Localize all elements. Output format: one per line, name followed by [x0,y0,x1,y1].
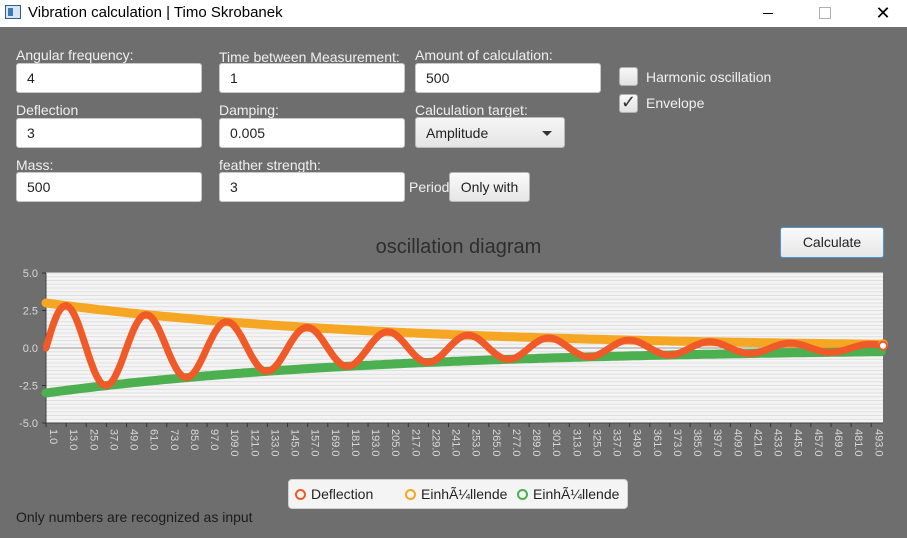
x-tick-label: 421.0 [751,429,763,457]
x-tick-label: 133.0 [268,429,280,457]
x-tick-label: 337.0 [611,429,623,457]
x-tick-label: 265.0 [490,429,502,457]
period-label: Period [409,179,450,195]
deflection-end-marker [878,340,888,351]
chevron-down-icon [542,131,552,136]
legend-item-deflection: Deflection [295,486,373,502]
x-tick-label: 169.0 [329,429,341,457]
y-tick-label: 5.0 [23,268,38,280]
y-tick-label: 0.0 [23,343,38,355]
chart-legend: Deflection EinhÃ¼llende EinhÃ¼llende [288,479,628,509]
x-tick-label: 481.0 [852,429,864,457]
x-tick-label: 61.0 [148,429,160,450]
window-title: Vibration calculation | Timo Skrobanek [28,4,283,21]
feather-strength-label: feather strength: [219,157,321,173]
x-tick-label: 13.0 [67,429,79,450]
check-icon: ✓ [621,92,637,112]
x-tick-label: 229.0 [429,429,441,457]
x-tick-label: 373.0 [671,429,683,457]
x-tick-label: 217.0 [409,429,421,457]
x-tick-label: 349.0 [631,429,643,457]
legend-label-lower-envelope: EinhÃ¼llende [533,486,620,502]
deflection-label: Deflection [16,102,79,118]
x-tick-label: 85.0 [188,429,200,450]
envelope-label: Envelope [646,95,705,111]
x-tick-label: 37.0 [107,429,119,450]
harmonic-oscillation-label: Harmonic oscillation [646,69,772,85]
x-tick-label: 49.0 [128,429,140,450]
x-tick-label: 1.0 [47,429,59,444]
minimize-button[interactable] [745,0,791,27]
x-tick-label: 397.0 [711,429,723,457]
x-tick-label: 469.0 [832,429,844,457]
chart-title: oscillation diagram [375,236,542,258]
deflection-input[interactable] [16,118,202,148]
envelope-checkbox[interactable]: ✓ [619,92,638,113]
legend-item-lower-envelope: EinhÃ¼llende [517,486,619,502]
x-tick-label: 361.0 [651,429,663,457]
legend-item-upper-envelope: EinhÃ¼llende [405,486,507,502]
x-tick-label: 385.0 [691,429,703,457]
legend-label-deflection: Deflection [311,486,374,502]
x-tick-label: 325.0 [590,429,602,457]
x-tick-label: 145.0 [289,429,301,457]
x-tick-label: 241.0 [450,429,462,457]
time-between-input[interactable] [219,63,405,93]
x-tick-label: 157.0 [309,429,321,457]
calculation-target-select[interactable]: Amplitude [415,117,565,148]
oscillation-chart: 5.0 2.5 0.0 -2.5 -5.0 1.0 13.0 25.0 37.0 49.0 61.0… [19,268,888,457]
x-tick-label: 277.0 [510,429,522,457]
y-tick-label: 2.5 [23,306,38,318]
x-tick-label: 253.0 [470,429,482,457]
damping-input[interactable] [219,118,405,148]
angular-frequency-input[interactable] [16,63,202,93]
amount-input[interactable] [415,63,601,93]
x-tick-label: 193.0 [369,429,381,457]
x-tick-label: 205.0 [389,429,401,457]
x-tick-label: 25.0 [87,429,99,450]
x-tick-label: 181.0 [349,429,361,457]
angular-frequency-label: Angular frequency: [16,47,134,63]
x-tick-label: 409.0 [731,429,743,457]
calculation-target-value: Amplitude [426,125,489,141]
maximize-button[interactable] [801,0,847,27]
mass-input[interactable] [16,172,202,202]
harmonic-oscillation-checkbox[interactable] [619,67,638,86]
x-tick-label: 97.0 [208,429,220,450]
x-tick-label: 493.0 [872,429,884,457]
legend-label-upper-envelope: EinhÃ¼llende [421,486,508,502]
close-button[interactable]: ✕ [860,0,906,27]
x-tick-label: 301.0 [550,429,562,457]
status-message: Only numbers are recognized as input [16,509,253,525]
x-tick-label: 457.0 [812,429,824,457]
x-tick-label: 445.0 [792,429,804,457]
close-icon: ✕ [875,3,891,23]
amount-label: Amount of calculation: [415,47,553,63]
title-bar: Vibration calculation | Timo Skrobanek ✕ [0,0,907,27]
calculation-target-label: Calculation target: [415,102,528,118]
x-tick-label: 73.0 [168,429,180,450]
period-only-with-button[interactable]: Only with [449,172,530,202]
mass-label: Mass: [16,157,54,173]
x-tick-label: 433.0 [772,429,784,457]
app-icon [5,5,21,19]
x-tick-label: 289.0 [530,429,542,457]
damping-label: Damping: [219,102,279,118]
x-tick-label: 313.0 [570,429,582,457]
x-tick-label: 121.0 [248,429,260,457]
x-tick-label: 109.0 [228,429,240,457]
y-tick-label: -5.0 [19,418,38,430]
y-tick-label: -2.5 [19,381,38,393]
feather-strength-input[interactable] [219,172,405,202]
